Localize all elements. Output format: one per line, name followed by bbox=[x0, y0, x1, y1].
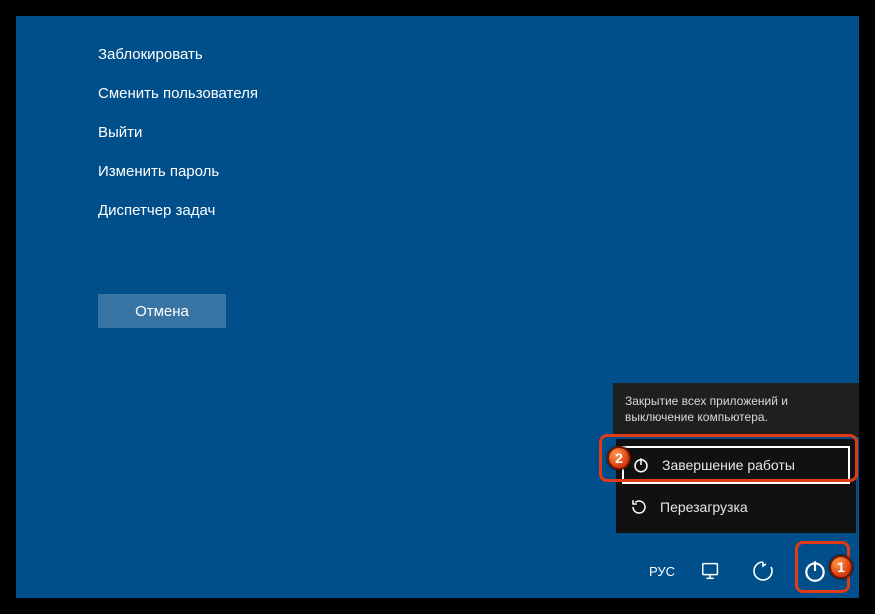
tooltip-text: Закрытие всех приложений и выключение ко… bbox=[625, 394, 788, 424]
tray-language[interactable]: РУС bbox=[649, 564, 675, 579]
power-menu: Завершение работы Перезагрузка bbox=[616, 439, 856, 533]
menu-item-lock[interactable]: Заблокировать bbox=[98, 46, 258, 63]
tray-ease-of-access-icon[interactable] bbox=[747, 555, 779, 587]
menu-item-switch-user[interactable]: Сменить пользователя bbox=[98, 85, 258, 102]
marker-2: 2 bbox=[607, 446, 631, 470]
power-menu-restart[interactable]: Перезагрузка bbox=[616, 487, 856, 527]
tray-network-icon[interactable] bbox=[695, 555, 727, 587]
power-icon bbox=[632, 456, 650, 474]
cancel-button[interactable]: Отмена bbox=[98, 294, 226, 328]
ctrl-alt-del-screen: Заблокировать Сменить пользователя Выйти… bbox=[16, 16, 859, 598]
cancel-button-label: Отмена bbox=[135, 303, 189, 320]
tray-power-button[interactable] bbox=[799, 555, 831, 587]
marker-1: 1 bbox=[829, 555, 853, 579]
shutdown-tooltip: Закрытие всех приложений и выключение ко… bbox=[613, 383, 859, 437]
power-menu-shutdown-label: Завершение работы bbox=[662, 457, 795, 473]
power-menu-restart-label: Перезагрузка bbox=[660, 499, 748, 515]
menu-item-sign-out[interactable]: Выйти bbox=[98, 124, 258, 141]
tray-language-label: РУС bbox=[649, 564, 675, 579]
restart-icon bbox=[630, 498, 648, 516]
menu-item-task-manager[interactable]: Диспетчер задач bbox=[98, 202, 258, 219]
security-options-menu: Заблокировать Сменить пользователя Выйти… bbox=[98, 46, 258, 219]
menu-item-change-password[interactable]: Изменить пароль bbox=[98, 163, 258, 180]
power-menu-shutdown[interactable]: Завершение работы bbox=[622, 446, 850, 484]
system-tray: РУС bbox=[16, 544, 859, 598]
